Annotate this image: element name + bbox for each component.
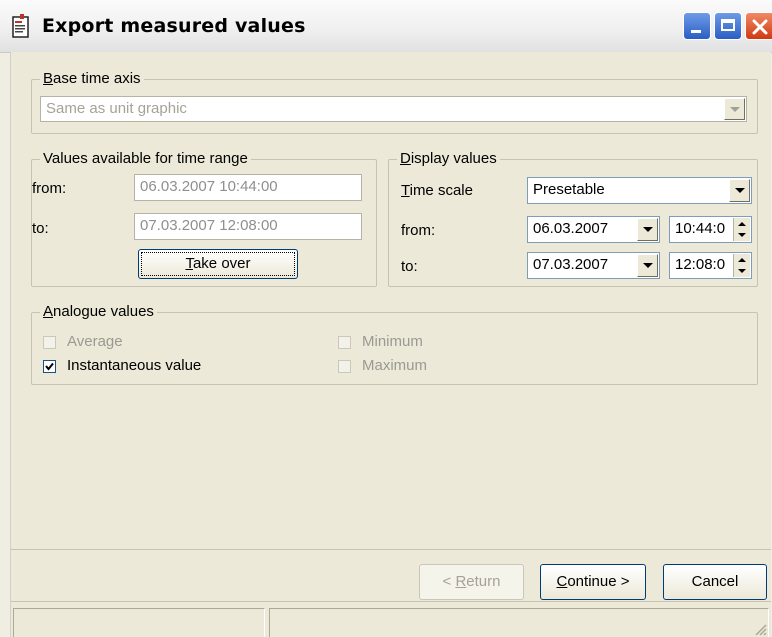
- instantaneous-value-label: Instantaneous value: [67, 357, 202, 374]
- analogue-values-legend: Analogue values: [40, 303, 157, 320]
- maximum-label: Maximum: [362, 357, 428, 374]
- available-from-label: from:: [32, 180, 67, 197]
- base-time-axis-group: Base time axis Same as unit graphic: [31, 70, 758, 134]
- display-to-time-value: 12:08:0: [675, 256, 726, 273]
- checkmark-icon: [45, 362, 54, 371]
- footer-separator: [11, 549, 771, 550]
- display-from-label: from:: [401, 222, 436, 239]
- window-title: Export measured values: [42, 15, 306, 37]
- display-to-time[interactable]: 12:08:0: [669, 252, 752, 279]
- display-values-legend: Display values: [397, 150, 500, 167]
- status-pane-right: [269, 608, 769, 637]
- continue-button[interactable]: Continue >: [540, 564, 646, 600]
- chevron-down-icon[interactable]: [729, 179, 750, 202]
- dialog-content: Base time axis Same as unit graphic Valu…: [10, 52, 771, 637]
- status-bar: [11, 601, 771, 637]
- values-available-group: Values available for time range from: 06…: [31, 150, 377, 287]
- display-from-time[interactable]: 10:44:0: [669, 216, 752, 243]
- time-scale-label: Time scale: [401, 182, 473, 199]
- spin-icon[interactable]: [733, 254, 750, 277]
- close-button[interactable]: [745, 12, 772, 40]
- time-scale-select[interactable]: Presetable: [527, 177, 752, 204]
- status-pane-left: [13, 608, 265, 637]
- base-time-axis-select: Same as unit graphic: [40, 96, 747, 122]
- dialog-window: Export measured values Base time axis Sa…: [0, 0, 772, 637]
- spin-icon[interactable]: [733, 218, 750, 241]
- minimum-checkbox[interactable]: [338, 336, 351, 349]
- title-bar[interactable]: Export measured values: [0, 0, 772, 53]
- cancel-button[interactable]: Cancel: [663, 564, 767, 600]
- resize-grip-icon[interactable]: [753, 622, 767, 636]
- display-to-date-value: 07.03.2007: [533, 256, 609, 273]
- base-time-axis-value: Same as unit graphic: [46, 100, 187, 117]
- display-from-date[interactable]: 06.03.2007: [527, 216, 660, 243]
- instantaneous-value-checkbox[interactable]: [43, 360, 56, 373]
- take-over-button[interactable]: Take over: [138, 249, 298, 279]
- maximize-button[interactable]: [714, 12, 742, 40]
- chevron-down-icon[interactable]: [637, 254, 658, 277]
- available-to-field: 07.03.2007 12:08:00: [134, 213, 362, 240]
- display-values-group: Display values Time scale Presetable fro…: [388, 150, 758, 287]
- values-available-legend: Values available for time range: [40, 150, 251, 167]
- return-button[interactable]: < Return: [419, 564, 524, 600]
- display-from-time-value: 10:44:0: [675, 220, 726, 237]
- analogue-values-group: Analogue values Average Instantaneous va…: [31, 303, 758, 385]
- average-checkbox[interactable]: [43, 336, 56, 349]
- close-icon: [752, 19, 768, 35]
- average-label: Average: [67, 333, 123, 350]
- time-scale-value: Presetable: [533, 181, 605, 198]
- chevron-down-icon[interactable]: [637, 218, 658, 241]
- app-document-icon: [12, 14, 29, 38]
- display-to-date[interactable]: 07.03.2007: [527, 252, 660, 279]
- chevron-down-icon: [724, 98, 745, 120]
- display-from-date-value: 06.03.2007: [533, 220, 609, 237]
- display-to-label: to:: [401, 258, 418, 275]
- base-time-axis-legend: Base time axis: [40, 70, 144, 87]
- minimum-label: Minimum: [362, 333, 423, 350]
- available-from-field: 06.03.2007 10:44:00: [134, 174, 362, 201]
- minimize-button[interactable]: [683, 12, 711, 40]
- maximum-checkbox[interactable]: [338, 360, 351, 373]
- available-to-label: to:: [32, 220, 49, 237]
